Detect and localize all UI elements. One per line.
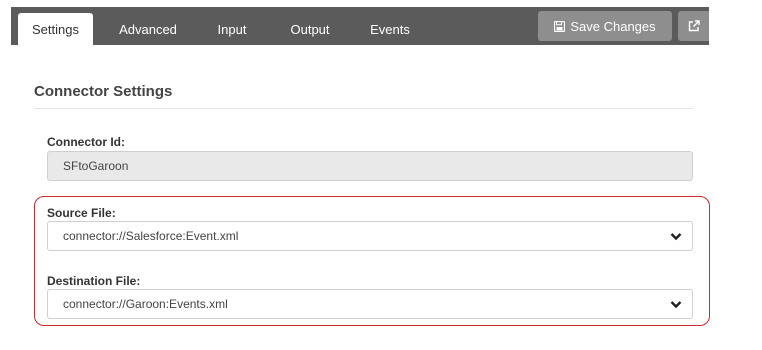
open-external-button[interactable] [678, 11, 709, 41]
chevron-down-icon [670, 232, 682, 241]
tab-input[interactable]: Input [206, 13, 258, 45]
tab-settings[interactable]: Settings [18, 13, 93, 45]
save-changes-button[interactable]: Save Changes [538, 11, 672, 41]
connector-id-label: Connector Id: [47, 135, 125, 149]
destination-file-select[interactable]: connector://Garoon:Events.xml [47, 289, 693, 319]
chevron-down-icon [670, 300, 682, 309]
connector-id-field: SFtoGaroon [47, 151, 693, 181]
section-divider [34, 108, 693, 109]
floppy-disk-icon [554, 20, 566, 32]
source-file-label: Source File: [47, 206, 116, 220]
source-file-select[interactable]: connector://Salesforce:Event.xml [47, 221, 693, 251]
destination-file-value: connector://Garoon:Events.xml [63, 297, 228, 311]
tab-advanced[interactable]: Advanced [108, 13, 188, 45]
tab-bar: Settings Advanced Input Output Events Sa… [11, 7, 709, 45]
section-title: Connector Settings [34, 83, 173, 100]
source-file-value: connector://Salesforce:Event.xml [63, 229, 239, 243]
save-changes-label: Save Changes [570, 18, 656, 34]
destination-file-label: Destination File: [47, 274, 141, 288]
external-link-icon [688, 20, 700, 32]
tab-events[interactable]: Events [362, 13, 418, 45]
tab-output[interactable]: Output [281, 13, 339, 45]
connector-id-value: SFtoGaroon [63, 159, 129, 173]
